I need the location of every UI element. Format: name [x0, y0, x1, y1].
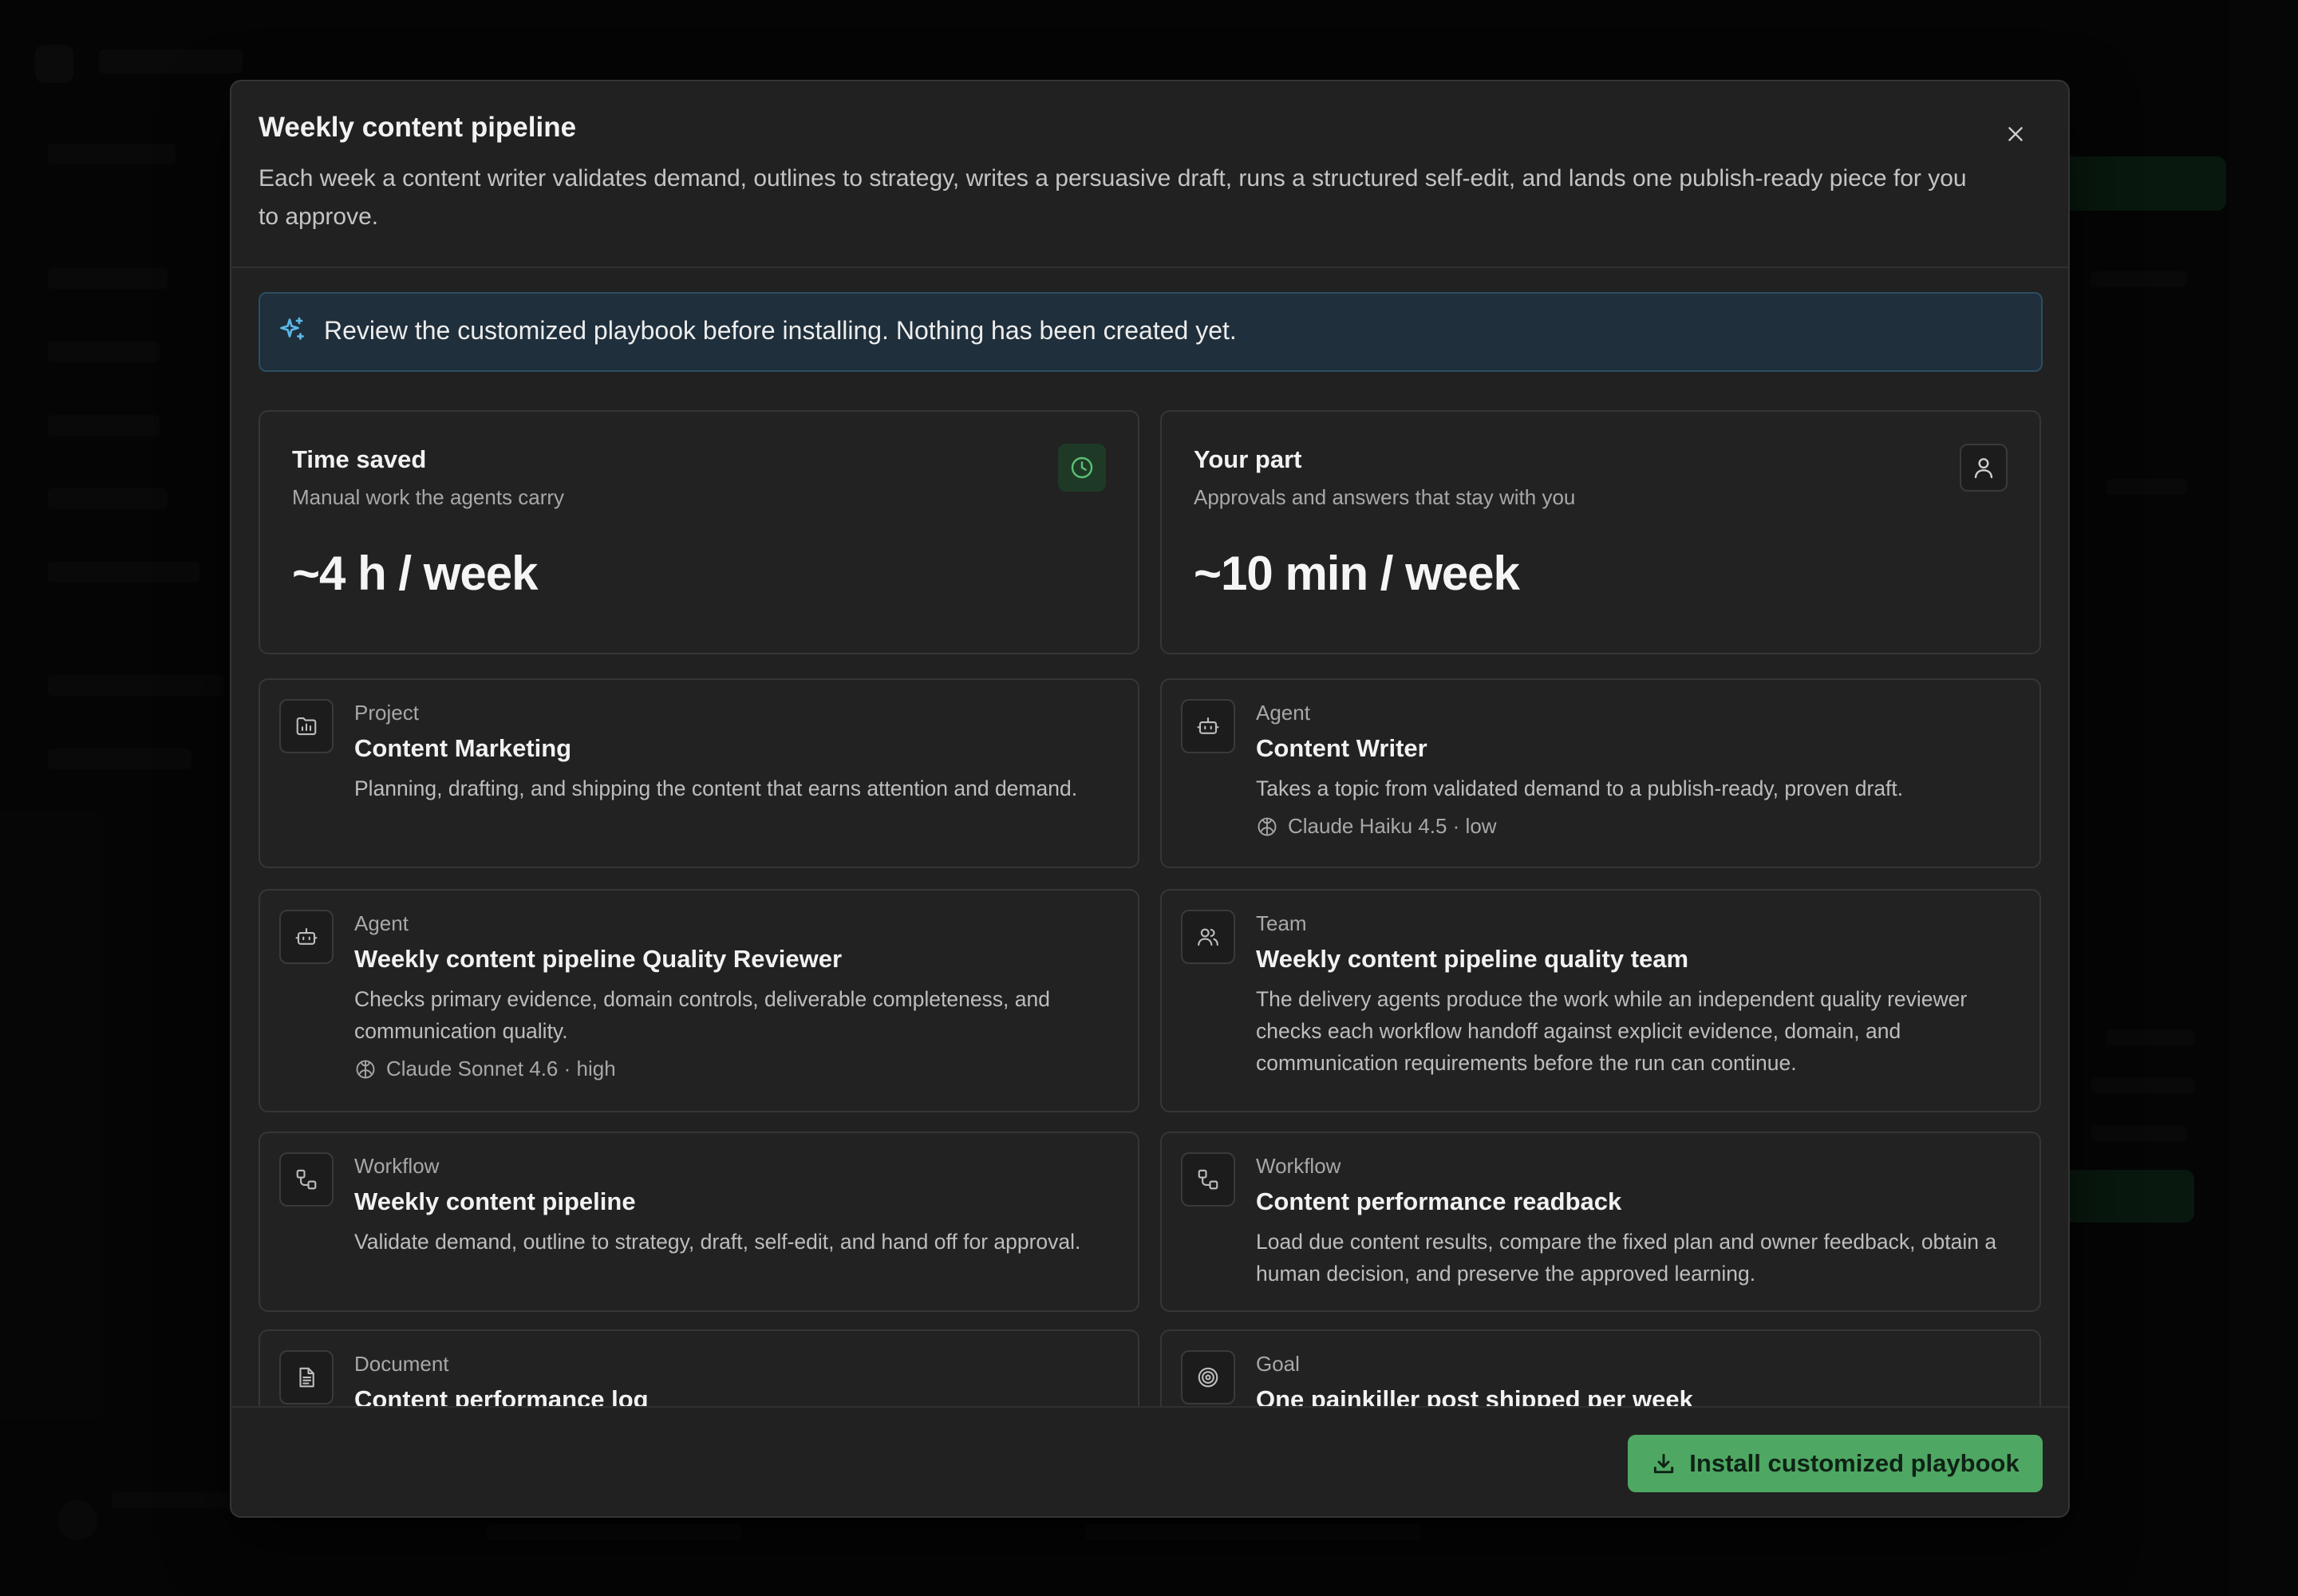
- item-name: Content Marketing: [354, 734, 572, 762]
- agent-card-content-writer[interactable]: Agent Content Writer Takes a topic from …: [1160, 678, 2041, 868]
- item-type: Agent: [1256, 701, 1310, 725]
- bot-icon: [1181, 699, 1235, 753]
- model-meta: Claude Haiku 4.5 · low: [1256, 814, 1497, 839]
- workflow-card-weekly-pipeline[interactable]: Workflow Weekly content pipeline Validat…: [259, 1132, 1139, 1312]
- project-card[interactable]: Project Content Marketing Planning, draf…: [259, 678, 1139, 868]
- item-type: Workflow: [1256, 1154, 1341, 1178]
- review-notice: Review the customized playbook before in…: [259, 292, 2043, 372]
- agent-card-quality-reviewer[interactable]: Agent Weekly content pipeline Quality Re…: [259, 889, 1139, 1112]
- item-name: Weekly content pipeline: [354, 1187, 636, 1215]
- item-type: Goal: [1256, 1352, 1300, 1376]
- notice-text: Review the customized playbook before in…: [324, 316, 1237, 345]
- item-type: Agent: [354, 911, 409, 935]
- workflow-icon: [279, 1152, 334, 1207]
- your-part-card: Your part Approvals and answers that sta…: [1160, 410, 2041, 654]
- model-brain-icon: [1256, 816, 1278, 838]
- dialog-body[interactable]: Review the customized playbook before in…: [231, 268, 2068, 1486]
- bot-icon: [279, 910, 334, 964]
- item-description: Load due content results, compare the fi…: [1256, 1230, 1997, 1286]
- item-type: Document: [354, 1352, 449, 1376]
- item-name: Content performance readback: [1256, 1187, 1622, 1215]
- item-type: Workflow: [354, 1154, 440, 1178]
- stat-value: ~10 min / week: [1194, 547, 1520, 600]
- model-brain-icon: [354, 1058, 377, 1080]
- target-icon: [1181, 1350, 1235, 1404]
- stat-title: Your part: [1194, 445, 1302, 473]
- install-playbook-dialog: Weekly content pipeline Each week a cont…: [230, 80, 2070, 1518]
- dialog-header: Weekly content pipeline Each week a cont…: [231, 81, 2068, 268]
- sparkles-icon: [278, 316, 306, 345]
- users-icon: [1181, 910, 1235, 964]
- stat-subtitle: Manual work the agents carry: [292, 485, 565, 509]
- user-icon: [1960, 444, 2008, 492]
- install-button-label: Install customized playbook: [1689, 1449, 2020, 1477]
- time-saved-card: Time saved Manual work the agents carry …: [259, 410, 1139, 654]
- item-description: Takes a topic from validated demand to a…: [1256, 776, 1904, 800]
- folder-chart-icon: [279, 699, 334, 753]
- model-label: Claude Sonnet 4.6 · high: [386, 1057, 616, 1080]
- install-playbook-button[interactable]: Install customized playbook: [1628, 1435, 2043, 1492]
- item-description: Planning, drafting, and shipping the con…: [354, 776, 1078, 800]
- model-label: Claude Haiku 4.5 · low: [1288, 814, 1497, 838]
- stat-value: ~4 h / week: [292, 547, 539, 600]
- team-card[interactable]: Team Weekly content pipeline quality tea…: [1160, 889, 2041, 1112]
- item-description: Validate demand, outline to strategy, dr…: [354, 1230, 1081, 1254]
- item-description: Checks primary evidence, domain controls…: [354, 987, 1050, 1043]
- item-type: Project: [354, 701, 419, 725]
- item-name: Weekly content pipeline Quality Reviewer: [354, 945, 843, 973]
- download-icon: [1651, 1451, 1676, 1476]
- close-icon: [2005, 124, 2026, 144]
- item-name: Content Writer: [1256, 734, 1427, 762]
- stat-subtitle: Approvals and answers that stay with you: [1194, 485, 1576, 509]
- item-type: Team: [1256, 911, 1307, 935]
- workflow-icon: [1181, 1152, 1235, 1207]
- item-description: The delivery agents produce the work whi…: [1256, 987, 1968, 1075]
- workflow-card-performance-readback[interactable]: Workflow Content performance readback Lo…: [1160, 1132, 2041, 1312]
- dialog-footer: Install customized playbook: [231, 1406, 2068, 1516]
- stat-title: Time saved: [292, 445, 427, 473]
- document-icon: [279, 1350, 334, 1404]
- model-meta: Claude Sonnet 4.6 · high: [354, 1057, 616, 1081]
- close-button[interactable]: [2000, 118, 2031, 150]
- item-name: Weekly content pipeline quality team: [1256, 945, 1689, 973]
- dialog-title: Weekly content pipeline: [259, 112, 577, 143]
- dialog-description: Each week a content writer validates dem…: [259, 165, 1967, 230]
- clock-icon: [1058, 444, 1106, 492]
